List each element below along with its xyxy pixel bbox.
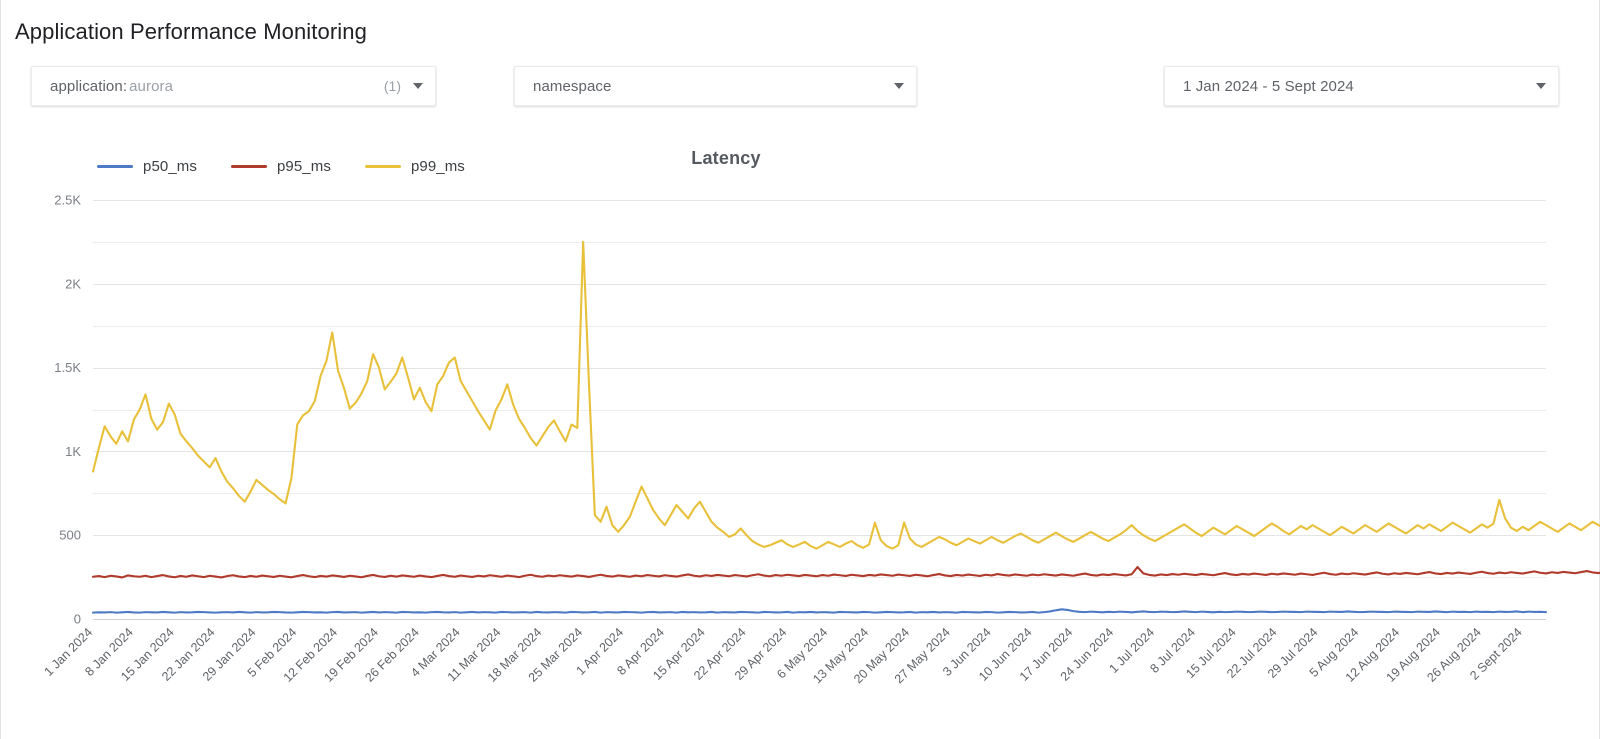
series-line-p50_ms [91,608,1548,614]
filter-application-label: application: aurora [50,78,173,95]
legend-label-p50_ms: p50_ms [143,158,197,175]
chevron-down-icon[interactable] [894,83,904,89]
legend-swatch-p50_ms [97,165,133,168]
filter-bar: application: aurora (1) namespace 1 Jan 2… [1,66,1600,110]
filter-date-range[interactable]: 1 Jan 2024 - 5 Sept 2024 [1164,66,1559,106]
y-tick-label: 500 [59,528,81,543]
filter-application-count: (1) [383,78,401,94]
y-tick-label: 0 [74,612,81,627]
series-line-p99_ms [91,240,1600,550]
latency-chart-card: p50_ms p95_ms p99_ms Latency 0 500 1K 1.5K 2K 2… [1,130,1600,739]
legend-item-p50_ms[interactable]: p50_ms [97,158,197,175]
chart-plot-area: 0 500 1K 1.5K 2K 2.5K 1 Jan 2024 8 Jan 2024 15 J… [1,130,1600,739]
legend-label-p95_ms: p95_ms [276,158,331,175]
legend-swatch-p95_ms [230,165,267,168]
y-tick-label: 2K [65,276,81,291]
filter-application-value: aurora [129,77,174,95]
legend-label-p99_ms: p99_ms [410,158,465,175]
apm-dashboard: Application Performance Monitoring appli… [0,0,1600,739]
latency-line-chart: 05001K1.5K2K2.5K1 Jan 20248 Jan 202415 J… [41,193,1600,686]
legend-item-p99_ms[interactable]: p99_ms [364,158,465,175]
chart-legend: p50_ms p95_ms p99_ms [97,158,465,175]
page-title: Application Performance Monitoring [15,19,367,44]
filter-application-separator: : [122,77,128,95]
filter-namespace-placeholder: namespace [533,77,612,95]
y-tick-label: 1K [65,444,81,459]
filter-application-key: application [50,77,123,95]
filter-date-range-value: 1 Jan 2024 - 5 Sept 2024 [1183,77,1354,95]
y-tick-label: 1.5K [54,360,81,375]
y-tick-label: 2.5K [54,193,81,208]
chevron-down-icon[interactable] [1536,83,1546,89]
chevron-down-icon[interactable] [413,83,423,89]
legend-item-p95_ms[interactable]: p95_ms [230,158,331,175]
filter-namespace[interactable]: namespace [514,66,917,106]
filter-application[interactable]: application: aurora (1) [31,66,436,106]
series-line-p95_ms [91,565,1600,579]
legend-swatch-p99_ms [364,165,401,168]
